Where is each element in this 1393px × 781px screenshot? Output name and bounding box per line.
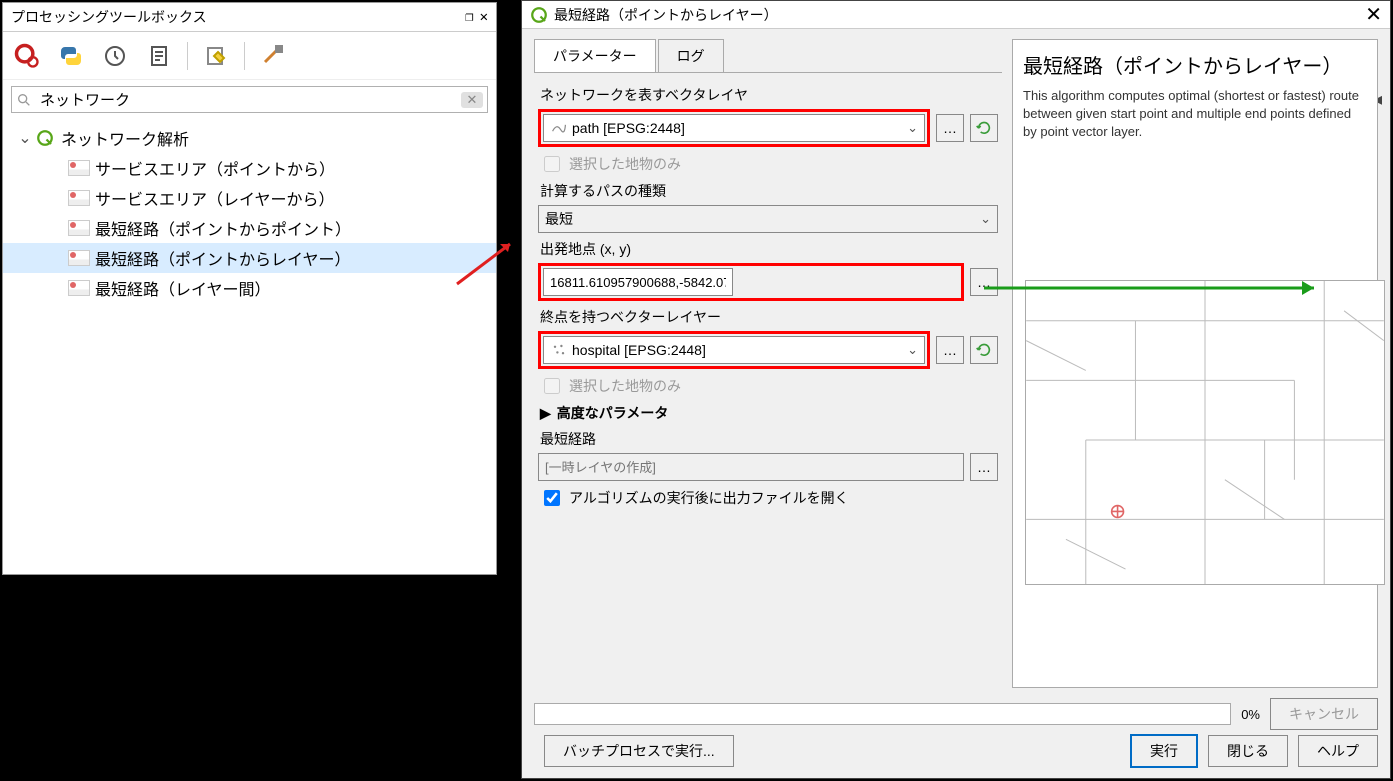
qgis-icon — [530, 6, 548, 24]
open-after-checkbox[interactable]: アルゴリズムの実行後に出力ファイルを開く — [540, 487, 996, 509]
close-panel-icon[interactable]: ✕ — [480, 9, 488, 25]
help-column: 最短経路（ポイントからレイヤー） This algorithm computes… — [1012, 39, 1378, 688]
browse-button[interactable]: … — [936, 114, 964, 142]
close-button[interactable]: 閉じる — [1208, 735, 1288, 767]
selected-only-checkbox[interactable]: 選択した地物のみ — [540, 153, 996, 175]
browse-button[interactable]: … — [936, 336, 964, 364]
highlight-start-point — [538, 263, 964, 301]
toolbox-toolbar — [3, 32, 496, 80]
line-layer-icon — [550, 119, 568, 137]
progress-row: 0% キャンセル — [534, 698, 1378, 730]
chevron-down-icon: ⌄ — [17, 128, 33, 148]
processing-toolbox-panel: プロセッシングツールボックス ❐ ✕ ✕ ⌄ ネットワーク解析 サービスエリア（… — [2, 2, 497, 575]
tab-bar: パラメーター ログ — [534, 39, 1002, 73]
tree-item[interactable]: 最短経路（ポイントからポイント） — [3, 213, 496, 243]
history-icon[interactable] — [99, 40, 131, 72]
point-layer-icon — [550, 341, 568, 359]
cancel-button: キャンセル — [1270, 698, 1378, 730]
tab-log[interactable]: ログ — [658, 39, 724, 72]
clear-search-icon[interactable]: ✕ — [461, 92, 483, 108]
pick-point-button[interactable]: … — [970, 268, 998, 296]
highlight-end-layer: hospital [EPSG:2448] ⌄ — [538, 331, 930, 369]
panel-titlebar: プロセッシングツールボックス ❐ ✕ — [3, 3, 496, 32]
chevron-down-icon: ⌄ — [907, 120, 918, 136]
tree-item[interactable]: サービスエリア（ポイントから） — [3, 153, 496, 183]
dialog-footer: バッチプロセスで実行... 実行 閉じる ヘルプ — [534, 734, 1378, 768]
help-title: 最短経路（ポイントからレイヤー） — [1023, 50, 1367, 79]
tree-item-selected[interactable]: 最短経路（ポイントからレイヤー） — [3, 243, 496, 273]
label-vector-layer: ネットワークを表すベクタレイヤ — [540, 85, 996, 105]
map-preview — [1025, 280, 1385, 585]
chevron-down-icon: ⌄ — [907, 342, 918, 358]
gear-icon[interactable] — [11, 40, 43, 72]
dock-icon[interactable]: ❐ — [465, 9, 473, 25]
start-point-input[interactable] — [543, 268, 733, 296]
help-text: This algorithm computes optimal (shortes… — [1023, 87, 1367, 142]
python-icon[interactable] — [55, 40, 87, 72]
highlight-vector-layer: path [EPSG:2448] ⌄ — [538, 109, 930, 147]
reload-button[interactable] — [970, 114, 998, 142]
algorithm-dialog: 最短経路（ポイントからレイヤー） ✕ パラメーター ログ ◂ ネットワークを表す… — [521, 0, 1391, 779]
tree-group-label: ネットワーク解析 — [61, 126, 189, 150]
label-output: 最短経路 — [540, 429, 996, 449]
label-end-layer: 終点を持つベクターレイヤー — [540, 307, 996, 327]
selected-only-checkbox-2[interactable]: 選択した地物のみ — [540, 375, 996, 397]
parameters-column: パラメーター ログ ◂ ネットワークを表すベクタレイヤ path [EPSG:2… — [534, 39, 1002, 688]
path-type-select[interactable]: 最短 ⌄ — [538, 205, 998, 233]
execute-button[interactable]: 実行 — [1130, 734, 1198, 768]
label-start-point: 出発地点 (x, y) — [540, 239, 996, 259]
options-icon[interactable] — [257, 40, 289, 72]
reload-button[interactable] — [970, 336, 998, 364]
output-input[interactable] — [538, 453, 964, 481]
chevron-down-icon: ⌄ — [980, 211, 991, 227]
label-path-type: 計算するパスの種類 — [540, 181, 996, 201]
help-button[interactable]: ヘルプ — [1298, 735, 1378, 767]
advanced-toggle[interactable]: ▶高度なパラメータ — [540, 403, 996, 423]
vector-layer-select[interactable]: path [EPSG:2448] ⌄ — [543, 114, 925, 142]
qgis-icon — [33, 128, 57, 148]
batch-button[interactable]: バッチプロセスで実行... — [544, 735, 734, 767]
algorithm-tree: ⌄ ネットワーク解析 サービスエリア（ポイントから） サービスエリア（レイヤーか… — [3, 119, 496, 307]
output-browse-button[interactable]: … — [970, 453, 998, 481]
triangle-right-icon: ▶ — [540, 405, 551, 422]
dialog-title-text: 最短経路（ポイントからレイヤー） — [554, 5, 1365, 25]
dialog-titlebar: 最短経路（ポイントからレイヤー） ✕ — [522, 1, 1390, 29]
tab-parameters[interactable]: パラメーター — [534, 39, 656, 72]
results-icon[interactable] — [143, 40, 175, 72]
search-bar: ✕ — [11, 86, 488, 113]
tree-item[interactable]: 最短経路（レイヤー間） — [3, 273, 496, 303]
progress-text: 0% — [1241, 707, 1260, 722]
panel-title-text: プロセッシングツールボックス — [11, 7, 459, 27]
end-layer-select[interactable]: hospital [EPSG:2448] ⌄ — [543, 336, 925, 364]
search-input[interactable] — [36, 87, 461, 112]
progress-bar — [534, 703, 1231, 725]
tree-item[interactable]: サービスエリア（レイヤーから） — [3, 183, 496, 213]
edit-model-icon[interactable] — [200, 40, 232, 72]
tree-group-network[interactable]: ⌄ ネットワーク解析 — [3, 123, 496, 153]
close-icon[interactable]: ✕ — [1365, 2, 1382, 27]
search-icon — [12, 92, 36, 108]
